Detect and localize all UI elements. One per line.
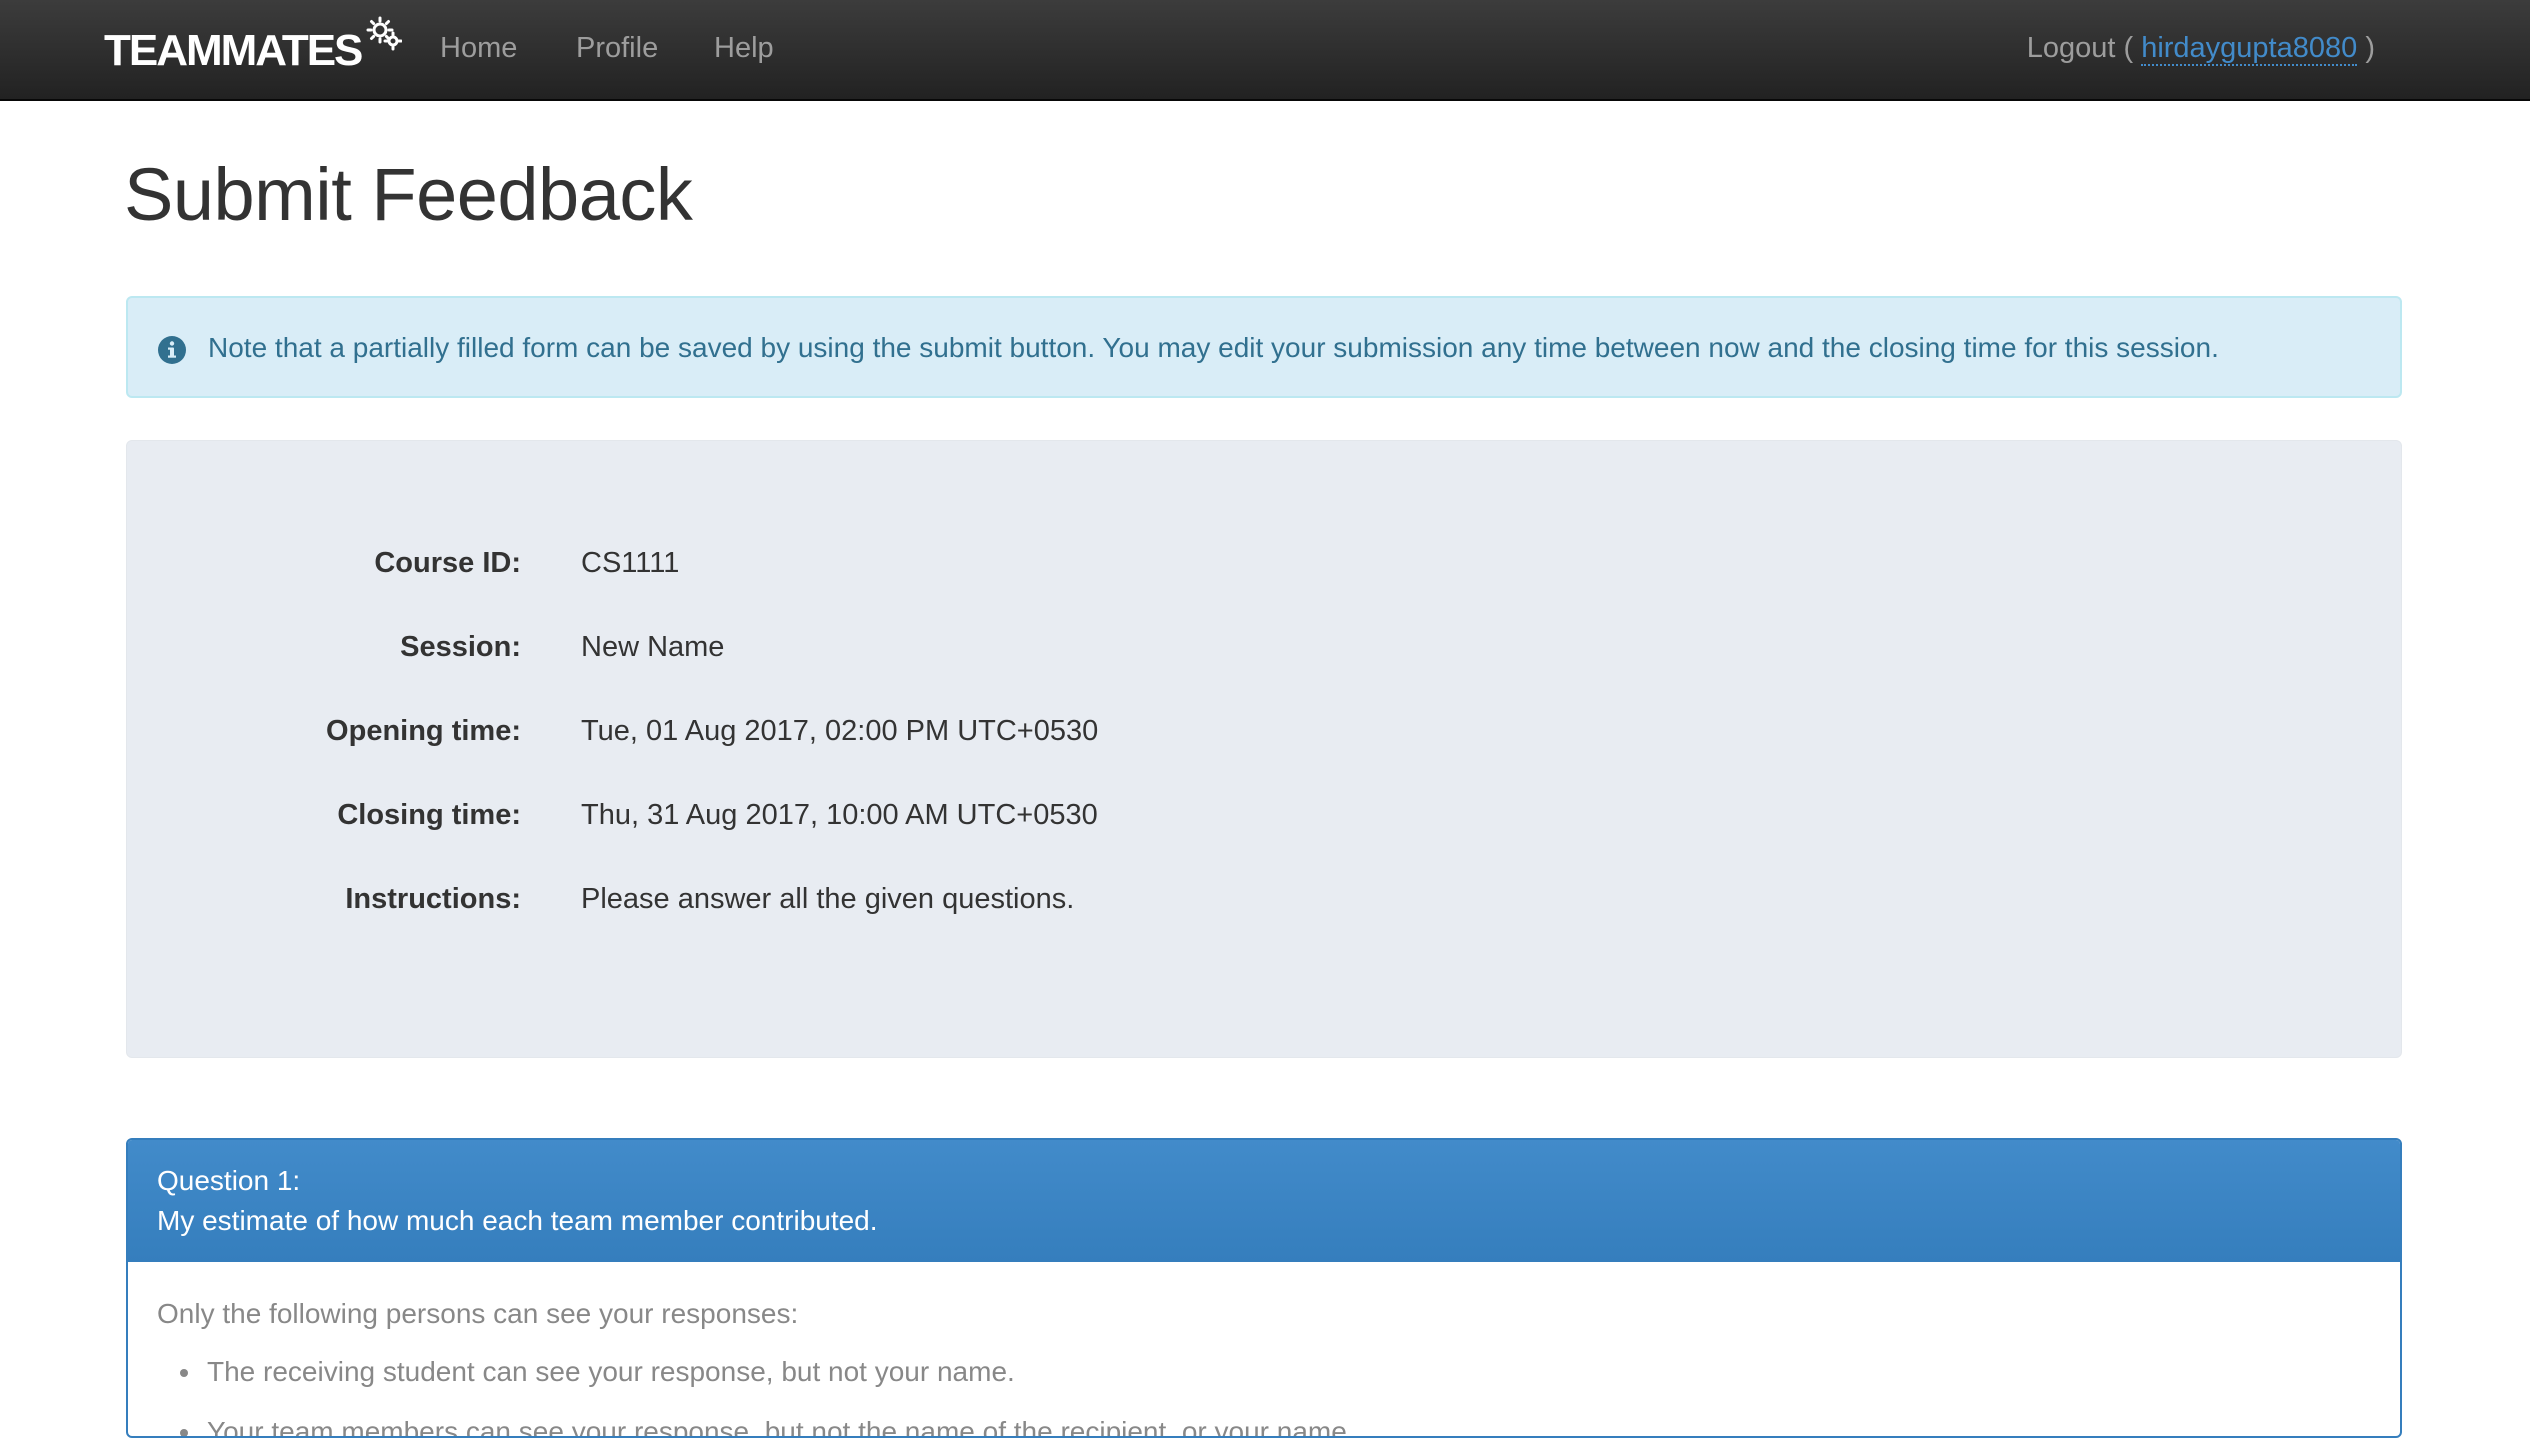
- logout-area: Logout ( hirdaygupta8080 ): [2027, 30, 2375, 66]
- nav-help-link[interactable]: Help: [714, 30, 774, 66]
- course-id-value: CS1111: [581, 547, 680, 579]
- opening-time-row: Opening time: Tue, 01 Aug 2017, 02:00 PM…: [127, 711, 2401, 751]
- visibility-item: The receiving student can see your respo…: [180, 1354, 1355, 1390]
- logout-suffix: ): [2365, 32, 2375, 64]
- session-label: Session:: [400, 631, 521, 663]
- info-alert: Note that a partially filled form can be…: [126, 296, 2402, 398]
- brand-name: TEAMMATES: [104, 26, 363, 75]
- alert-message: Note that a partially filled form can be…: [208, 332, 2219, 363]
- instructions-row: Instructions: Please answer all the give…: [127, 879, 2401, 919]
- instructions-value: Please answer all the given questions.: [581, 883, 1075, 915]
- info-icon: [158, 336, 186, 364]
- opening-time-label: Opening time:: [326, 715, 521, 747]
- closing-time-row: Closing time: Thu, 31 Aug 2017, 10:00 AM…: [127, 795, 2401, 835]
- page-title: Submit Feedback: [124, 153, 693, 236]
- question-text: My estimate of how much each team member…: [157, 1205, 878, 1236]
- question-panel: Question 1: My estimate of how much each…: [126, 1138, 2402, 1438]
- session-value: New Name: [581, 631, 725, 663]
- closing-time-value: Thu, 31 Aug 2017, 10:00 AM UTC+0530: [581, 799, 1098, 831]
- visibility-list: The receiving student can see your respo…: [157, 1354, 1355, 1436]
- opening-time-value: Tue, 01 Aug 2017, 02:00 PM UTC+0530: [581, 715, 1099, 747]
- course-id-row: Course ID: CS1111: [127, 543, 2401, 583]
- gear-icon: [366, 16, 402, 51]
- user-id-link[interactable]: hirdaygupta8080: [2141, 32, 2358, 66]
- nav-home-link[interactable]: Home: [440, 30, 517, 66]
- logout-link[interactable]: Logout (: [2027, 32, 2133, 64]
- course-id-label: Course ID:: [374, 547, 521, 579]
- closing-time-label: Closing time:: [337, 799, 521, 831]
- question-heading: Question 1: My estimate of how much each…: [128, 1140, 2400, 1262]
- nav-profile-link[interactable]: Profile: [576, 30, 658, 66]
- visibility-item: Your team members can see your response,…: [180, 1414, 1355, 1436]
- visibility-intro: Only the following persons can see your …: [157, 1298, 799, 1329]
- top-navbar: TEAMMATES Home Profile Help Logout (hir…: [0, 0, 2530, 101]
- session-details: Course ID: CS1111 Session: New Name Open…: [126, 440, 2402, 1058]
- instructions-label: Instructions:: [345, 883, 521, 915]
- session-row: Session: New Name: [127, 627, 2401, 667]
- question-number: Question 1:: [157, 1165, 301, 1196]
